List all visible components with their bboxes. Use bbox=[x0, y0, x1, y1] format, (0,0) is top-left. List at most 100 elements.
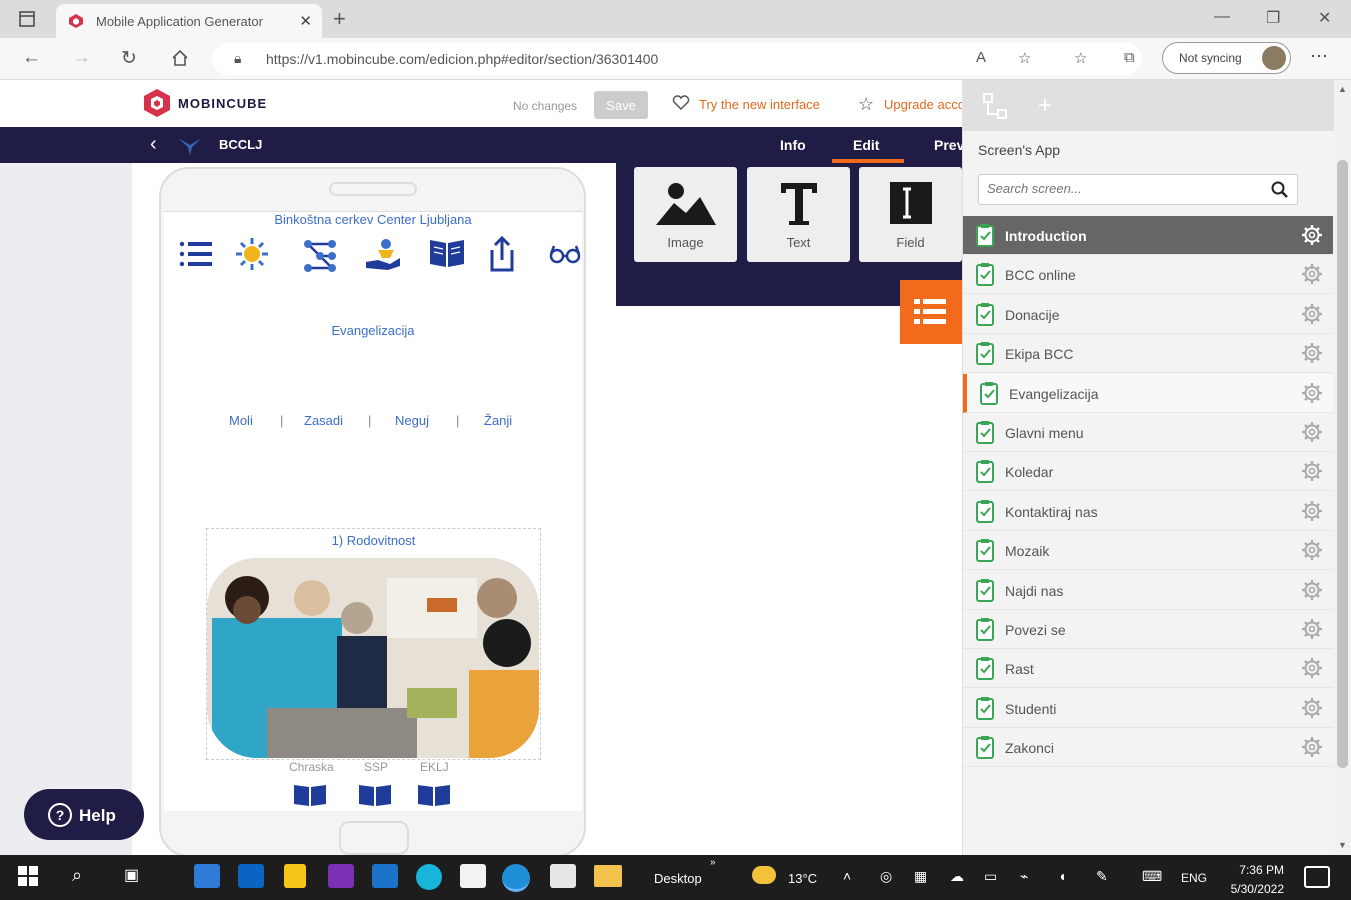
screen-list-item[interactable]: Rast bbox=[963, 649, 1333, 688]
network-icon[interactable] bbox=[300, 236, 340, 274]
new-tab-icon[interactable]: + bbox=[333, 6, 346, 32]
scroll-down-icon[interactable]: ▼ bbox=[1338, 840, 1347, 850]
screen-list-item[interactable]: Donacije bbox=[963, 295, 1333, 334]
gear-icon[interactable] bbox=[1301, 500, 1323, 522]
tab-actions-icon[interactable] bbox=[18, 10, 36, 28]
church-title[interactable]: Binkoštna cerkev Center Ljubljana bbox=[164, 212, 582, 227]
menu-list-icon[interactable] bbox=[178, 236, 214, 272]
gear-icon[interactable] bbox=[1301, 736, 1323, 758]
gear-icon[interactable] bbox=[1301, 657, 1323, 679]
gear-icon[interactable] bbox=[1301, 342, 1323, 364]
scrollbar[interactable]: ▲ ▼ bbox=[1334, 80, 1351, 855]
screen-list-item[interactable]: Ekipa BCC bbox=[963, 334, 1333, 373]
favorites-icon[interactable]: ☆ bbox=[1074, 49, 1087, 67]
forward-icon[interactable]: → bbox=[72, 47, 91, 69]
close-window-icon[interactable]: ✕ bbox=[1318, 8, 1331, 28]
more-icon[interactable]: ⋯ bbox=[1310, 46, 1328, 67]
tray-chevron-icon[interactable]: ˄ bbox=[843, 868, 851, 884]
screen-list-item[interactable]: Koledar bbox=[963, 452, 1333, 491]
menu-link-neguj[interactable]: Neguj bbox=[395, 413, 429, 428]
glasses-icon[interactable] bbox=[548, 236, 582, 270]
book-icon[interactable] bbox=[416, 782, 452, 808]
network-tray-icon[interactable]: ⌁ bbox=[1020, 868, 1028, 885]
screen-list-item[interactable]: Evangelizacija bbox=[963, 374, 1333, 413]
try-new-interface-link[interactable]: Try the new interface bbox=[699, 97, 820, 112]
help-button[interactable]: ? Help bbox=[24, 789, 144, 840]
menu-link-moli[interactable]: Moli bbox=[229, 413, 253, 428]
edge-browser-icon[interactable] bbox=[502, 864, 530, 892]
screen-list-item[interactable]: Mozaik bbox=[963, 531, 1333, 570]
collections-icon[interactable]: ⧉ bbox=[1124, 49, 1135, 66]
gear-icon[interactable] bbox=[1301, 303, 1323, 325]
screen-list-item[interactable]: BCC online bbox=[963, 255, 1333, 294]
app-icon[interactable] bbox=[416, 864, 442, 890]
field-component[interactable]: Field bbox=[859, 167, 962, 262]
screen-search-box[interactable] bbox=[978, 174, 1298, 205]
temperature[interactable]: 13°C bbox=[788, 871, 817, 886]
app-available-icon[interactable]: ☆ bbox=[1018, 49, 1031, 67]
pen-icon[interactable]: ✎ bbox=[1096, 868, 1108, 885]
screen-list-item[interactable]: Introduction bbox=[963, 216, 1333, 255]
gear-icon[interactable] bbox=[1301, 697, 1323, 719]
volume-icon[interactable]: ◖ bbox=[1058, 868, 1066, 884]
mail-stamp-icon[interactable] bbox=[460, 864, 486, 888]
search-icon[interactable] bbox=[1271, 181, 1289, 199]
book-icon[interactable] bbox=[357, 782, 393, 808]
giving-hand-icon[interactable] bbox=[364, 236, 404, 272]
text-component[interactable]: Text bbox=[747, 167, 850, 262]
notifications-icon[interactable] bbox=[1304, 866, 1330, 888]
screen-list-item[interactable]: Zakonci bbox=[963, 728, 1333, 767]
screen-list-item[interactable]: Studenti bbox=[963, 689, 1333, 728]
battery-icon[interactable]: ▭ bbox=[984, 868, 997, 885]
add-screen-icon[interactable]: + bbox=[1038, 92, 1052, 120]
mobincube-logo[interactable] bbox=[142, 88, 172, 118]
back-arrow-icon[interactable]: ‹ bbox=[150, 133, 157, 156]
tray-icon[interactable]: ▦ bbox=[914, 868, 927, 885]
windows-start-icon[interactable] bbox=[18, 866, 38, 886]
screen-list-item[interactable]: Kontaktiraj nas bbox=[963, 492, 1333, 531]
browser-tab[interactable]: Mobile Application Generator ✕ bbox=[56, 4, 322, 38]
close-tab-icon[interactable]: ✕ bbox=[299, 12, 312, 30]
onenote-icon[interactable] bbox=[328, 864, 354, 888]
tab-preview[interactable]: Preview bbox=[934, 137, 962, 153]
screen-tree-icon[interactable] bbox=[982, 92, 1010, 120]
mail-icon[interactable] bbox=[194, 864, 220, 888]
image-component[interactable]: Image bbox=[634, 167, 737, 262]
toolbar-chevron-icon[interactable]: » bbox=[710, 857, 716, 868]
share-upload-icon[interactable] bbox=[488, 236, 516, 274]
search-taskbar-icon[interactable]: ⌕ bbox=[72, 865, 82, 886]
tab-edit[interactable]: Edit bbox=[853, 137, 879, 153]
gear-icon[interactable] bbox=[1301, 618, 1323, 640]
sun-people-icon[interactable] bbox=[234, 236, 270, 272]
input-language[interactable]: ENG bbox=[1181, 871, 1207, 885]
section-title[interactable]: Evangelizacija bbox=[164, 323, 582, 338]
gear-icon[interactable] bbox=[1301, 539, 1323, 561]
file-explorer-icon[interactable] bbox=[594, 865, 622, 887]
menu-link-zasadi[interactable]: Zasadi bbox=[304, 413, 343, 428]
screen-list-item[interactable]: Povezi se bbox=[963, 610, 1333, 649]
back-icon[interactable]: ← bbox=[22, 47, 41, 69]
open-book-icon[interactable] bbox=[427, 236, 467, 270]
keyboard-icon[interactable]: ⌨ bbox=[1142, 868, 1162, 885]
gear-icon[interactable] bbox=[1301, 579, 1323, 601]
scroll-up-icon[interactable]: ▲ bbox=[1338, 84, 1347, 94]
weather-icon[interactable] bbox=[752, 866, 776, 884]
gear-icon[interactable] bbox=[1301, 460, 1323, 482]
home-icon[interactable] bbox=[170, 48, 190, 68]
screen-list-toggle-button[interactable] bbox=[900, 280, 962, 344]
upgrade-account-link[interactable]: Upgrade account bbox=[884, 97, 962, 112]
refresh-icon[interactable]: ↻ bbox=[121, 47, 137, 70]
menu-link-zanji[interactable]: Žanji bbox=[484, 413, 512, 428]
gear-icon[interactable] bbox=[1301, 224, 1323, 246]
onedrive-icon[interactable]: ☁ bbox=[950, 868, 964, 885]
tray-icon[interactable]: ◎ bbox=[880, 868, 892, 885]
profile-sync-button[interactable]: Not syncing bbox=[1162, 42, 1291, 74]
trello-icon[interactable] bbox=[372, 864, 398, 888]
screen-list-item[interactable]: Najdi nas bbox=[963, 571, 1333, 610]
gear-icon[interactable] bbox=[1301, 263, 1323, 285]
gear-icon[interactable] bbox=[1301, 421, 1323, 443]
minimize-icon[interactable]: — bbox=[1214, 8, 1230, 26]
tab-info[interactable]: Info bbox=[780, 137, 806, 153]
gear-icon[interactable] bbox=[1301, 382, 1323, 404]
task-view-icon[interactable]: ▣ bbox=[124, 865, 139, 885]
